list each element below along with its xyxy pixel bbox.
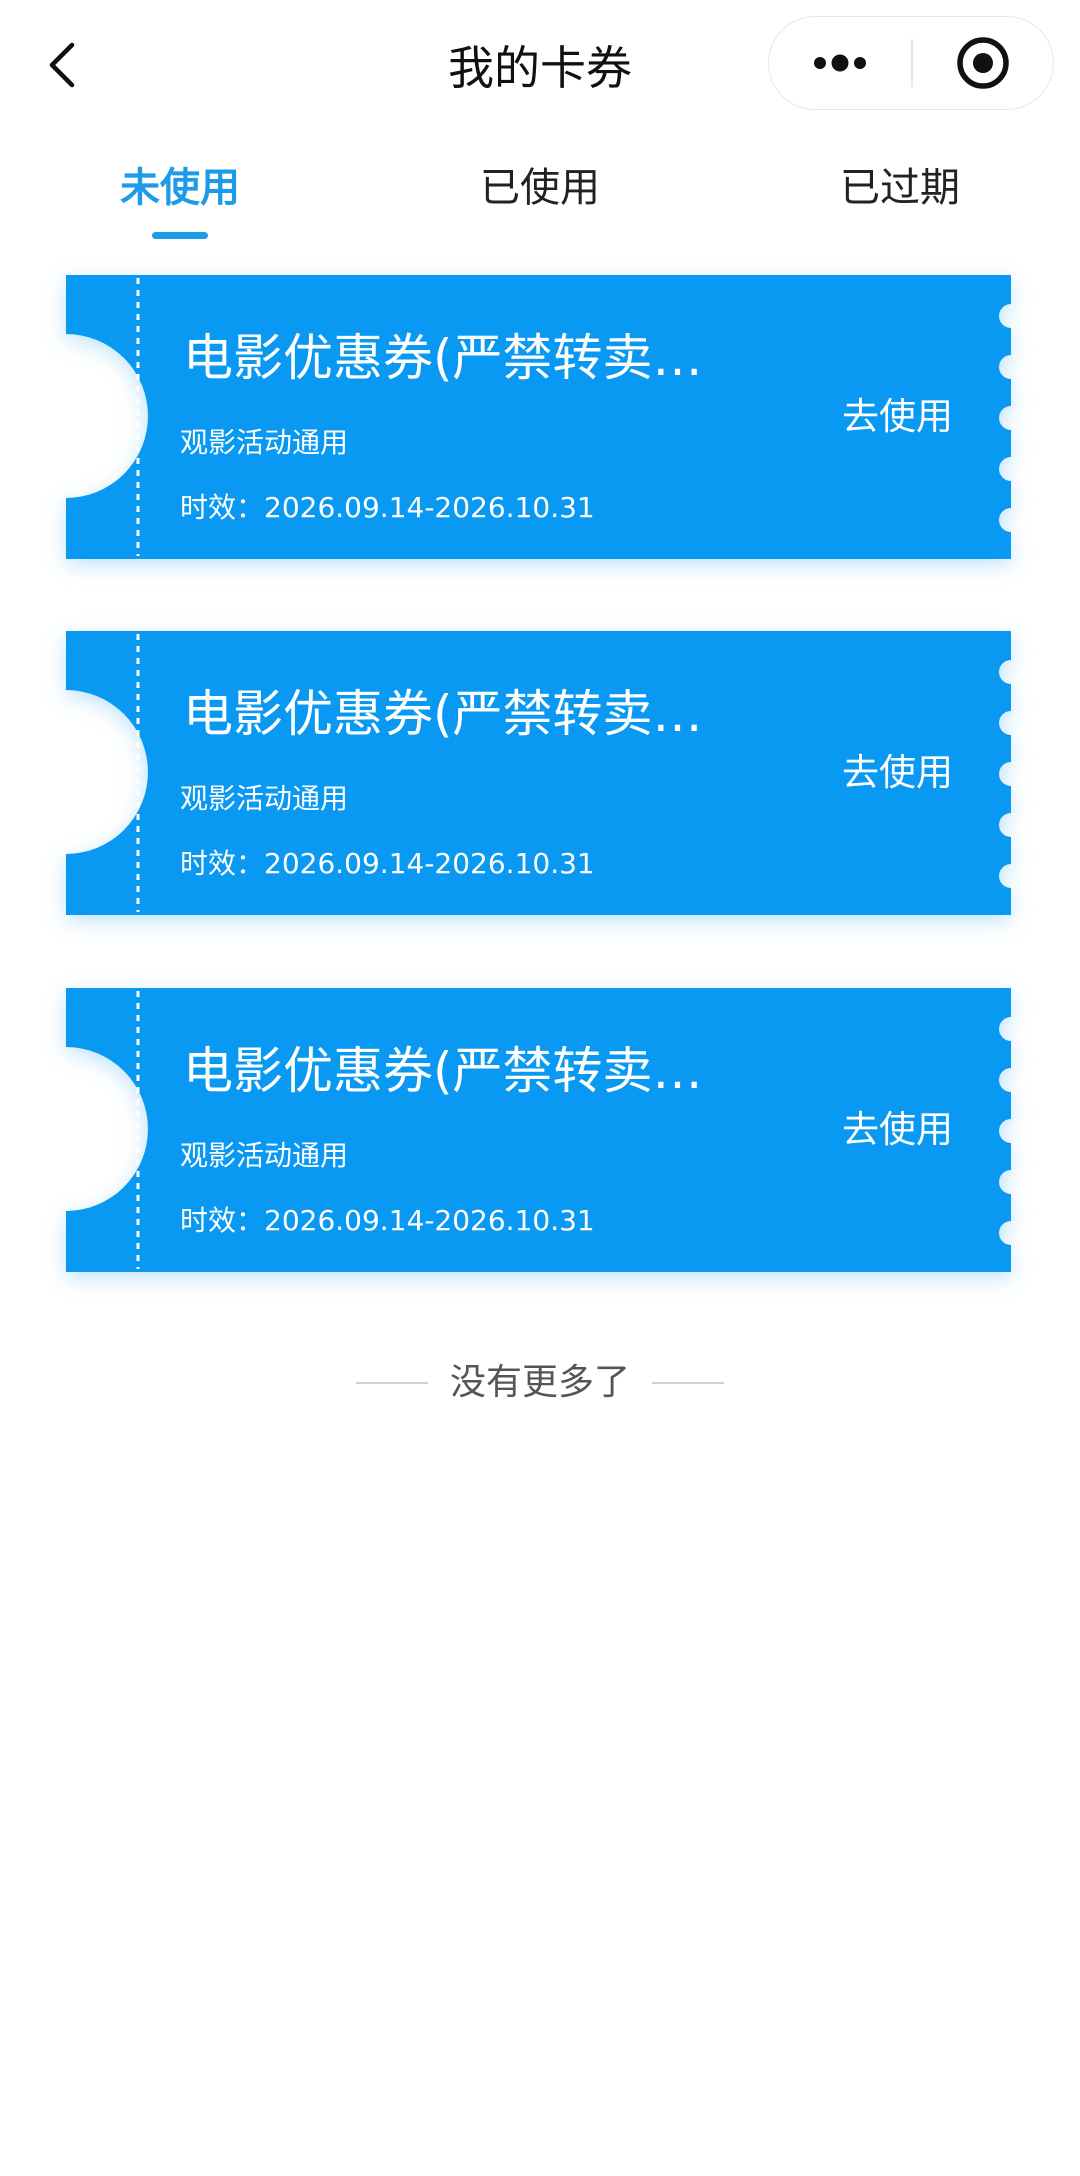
mini-program-capsule [768, 16, 1054, 110]
coupon-validity: 时效：2026.09.14-2026.10.31 [180, 1204, 595, 1237]
coupon-title: 电影优惠券(严禁转卖转… [183, 685, 743, 743]
more-dots-icon [814, 54, 866, 71]
coupon-title: 电影优惠券(严禁转卖转… [183, 1042, 743, 1100]
nav-bar: 我的卡券 [0, 0, 1080, 130]
coupon-validity: 时效：2026.09.14-2026.10.31 [180, 847, 595, 880]
use-coupon-button[interactable]: 去使用 [842, 391, 953, 443]
divider-line [652, 1382, 724, 1384]
coupon-title: 电影优惠券(严禁转卖转… [183, 329, 743, 387]
list-end-text: 没有更多了 [449, 1362, 630, 1403]
coupon-card[interactable]: 电影优惠券(严禁转卖转… 观影活动通用 时效：2026.09.14-2026.1… [66, 275, 1011, 559]
use-coupon-button[interactable]: 去使用 [842, 1104, 953, 1156]
list-end-indicator: 没有更多了 [0, 1358, 1080, 1408]
tab-unused[interactable]: 未使用 [60, 160, 300, 216]
use-coupon-button[interactable]: 去使用 [842, 747, 953, 799]
coupon-description: 观影活动通用 [180, 1139, 349, 1172]
coupon-description: 观影活动通用 [180, 782, 349, 815]
active-tab-indicator [152, 232, 208, 239]
more-button[interactable] [769, 17, 911, 108]
coupon-description: 观影活动通用 [180, 426, 349, 459]
coupon-card[interactable]: 电影优惠券(严禁转卖转… 观影活动通用 时效：2026.09.14-2026.1… [66, 631, 1011, 915]
target-close-icon [957, 36, 1009, 89]
coupon-validity: 时效：2026.09.14-2026.10.31 [180, 491, 595, 524]
tab-used[interactable]: 已使用 [420, 160, 660, 216]
tab-bar: 未使用 已使用 已过期 [0, 150, 1080, 250]
close-button[interactable] [913, 17, 1053, 108]
coupon-card[interactable]: 电影优惠券(严禁转卖转… 观影活动通用 时效：2026.09.14-2026.1… [66, 988, 1011, 1272]
tab-expired[interactable]: 已过期 [780, 160, 1020, 216]
